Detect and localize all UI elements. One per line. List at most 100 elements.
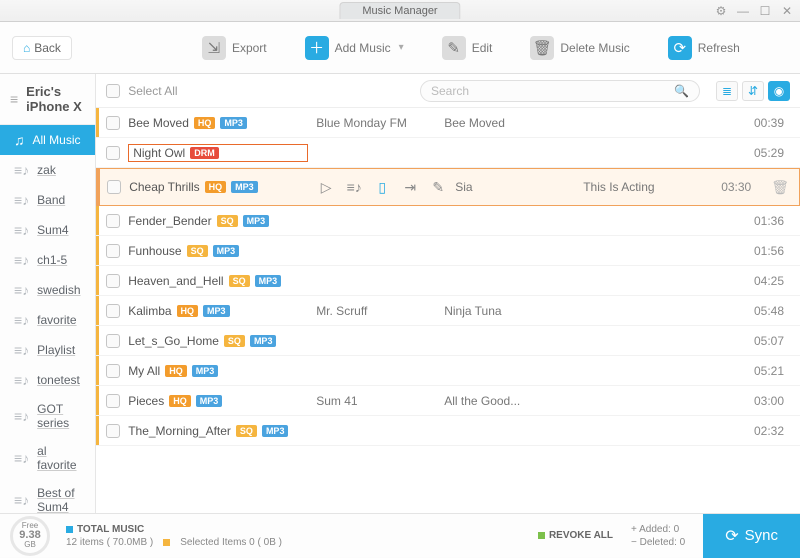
sidebar-item-all-music[interactable]: ♫All Music bbox=[0, 125, 95, 155]
list-view-button[interactable]: ≣ bbox=[716, 81, 738, 101]
track-duration: 01:36 bbox=[754, 214, 790, 228]
back-button[interactable]: ⌂ Back bbox=[12, 36, 72, 60]
export-button[interactable]: ⇲Export bbox=[202, 36, 267, 60]
list-header: Select All Search 🔍 ≣ ⇵ ◉ bbox=[96, 74, 800, 108]
menu-icon: ≡ bbox=[10, 91, 18, 107]
format-badge: MP3 bbox=[192, 365, 219, 377]
device-header[interactable]: ≡ Eric's iPhone X bbox=[0, 74, 95, 125]
track-row[interactable]: Fender_BenderSQMP301:36 bbox=[96, 206, 800, 236]
playlist-icon: ≡♪ bbox=[14, 492, 29, 508]
quality-badge: SQ bbox=[229, 275, 250, 287]
track-row[interactable]: The_Morning_AfterSQMP302:32 bbox=[96, 416, 800, 446]
format-badge: MP3 bbox=[255, 275, 282, 287]
quality-badge: SQ bbox=[217, 215, 238, 227]
minimize-icon[interactable]: — bbox=[736, 4, 750, 18]
footer: Free 9.38 GB TOTAL MUSIC 12 items ( 70.0… bbox=[0, 513, 800, 557]
sidebar-item-label: Best of Sum4 bbox=[37, 486, 81, 513]
sidebar-item-band[interactable]: ≡♪Band bbox=[0, 185, 95, 215]
add-icon: ＋ bbox=[305, 36, 329, 60]
sidebar-item-label: zak bbox=[37, 163, 56, 177]
track-duration: 05:29 bbox=[754, 146, 790, 160]
revoke-block: REVOKE ALL bbox=[538, 530, 613, 541]
sort-button[interactable]: ⇵ bbox=[742, 81, 764, 101]
delete-music-button[interactable]: 🗑Delete Music bbox=[530, 36, 629, 60]
track-duration: 04:25 bbox=[754, 274, 790, 288]
row-checkbox[interactable] bbox=[106, 394, 120, 408]
track-row[interactable]: Cheap ThrillsHQMP3▷≡♪▯⇥✎SiaThis Is Actin… bbox=[96, 168, 800, 206]
edit-button[interactable]: ✎Edit bbox=[442, 36, 493, 60]
track-row[interactable]: KalimbaHQMP3Mr. ScruffNinja Tuna05:48 bbox=[96, 296, 800, 326]
row-checkbox[interactable] bbox=[107, 180, 121, 194]
row-checkbox[interactable] bbox=[106, 304, 120, 318]
row-checkbox[interactable] bbox=[106, 424, 120, 438]
phone-icon[interactable]: ▯ bbox=[373, 178, 391, 196]
device-name: Eric's iPhone X bbox=[26, 84, 85, 114]
track-row[interactable]: FunhouseSQMP301:56 bbox=[96, 236, 800, 266]
queue-icon[interactable]: ≡♪ bbox=[345, 178, 363, 196]
track-row[interactable]: PiecesHQMP3Sum 41All the Good...03:00 bbox=[96, 386, 800, 416]
track-duration: 01:56 bbox=[754, 244, 790, 258]
sidebar-item-best-of-sum4[interactable]: ≡♪ Best of Sum4 bbox=[0, 479, 95, 513]
track-row[interactable]: My AllHQMP305:21 bbox=[96, 356, 800, 386]
row-checkbox[interactable] bbox=[106, 274, 120, 288]
track-album: Bee Moved bbox=[444, 116, 574, 130]
track-row[interactable]: Bee MovedHQMP3Blue Monday FMBee Moved00:… bbox=[96, 108, 800, 138]
trash-icon[interactable]: 🗑 bbox=[771, 179, 789, 196]
refresh-button[interactable]: ⟳Refresh bbox=[668, 36, 740, 60]
track-title: My AllHQMP3 bbox=[128, 364, 308, 378]
disc-view-button[interactable]: ◉ bbox=[768, 81, 790, 101]
dot-icon bbox=[538, 532, 545, 539]
track-title: The_Morning_AfterSQMP3 bbox=[128, 424, 308, 438]
track-duration: 05:48 bbox=[754, 304, 790, 318]
search-input[interactable]: Search 🔍 bbox=[420, 80, 700, 102]
quality-badge: HQ bbox=[169, 395, 191, 407]
sidebar-item-zak[interactable]: ≡♪zak bbox=[0, 155, 95, 185]
track-row[interactable]: Let_s_Go_HomeSQMP3 05:07 bbox=[96, 326, 800, 356]
sidebar-item-swedish[interactable]: ≡♪swedish bbox=[0, 275, 95, 305]
home-icon: ⌂ bbox=[23, 41, 30, 55]
add-music-button[interactable]: ＋Add Music▾ bbox=[305, 36, 404, 60]
sidebar-item-tonetest[interactable]: ≡♪tonetest bbox=[0, 365, 95, 395]
row-checkbox[interactable] bbox=[106, 116, 120, 130]
sidebar-item-sum4[interactable]: ≡♪Sum4 bbox=[0, 215, 95, 245]
select-all-checkbox[interactable] bbox=[106, 84, 120, 98]
sidebar-item-label: al favorite bbox=[37, 444, 81, 472]
row-checkbox[interactable] bbox=[106, 334, 120, 348]
sync-button[interactable]: ⟳ Sync bbox=[703, 514, 800, 558]
sidebar-item-favorite[interactable]: ≡♪favorite bbox=[0, 305, 95, 335]
search-icon: 🔍 bbox=[674, 84, 689, 98]
music-note-icon: ♫ bbox=[14, 132, 25, 148]
play-icon[interactable]: ▷ bbox=[317, 178, 335, 196]
sidebar-item-playlist[interactable]: ≡♪Playlist bbox=[0, 335, 95, 365]
format-badge: MP3 bbox=[262, 425, 289, 437]
row-checkbox[interactable] bbox=[106, 146, 120, 160]
sidebar-item-al-favorite[interactable]: ≡♪al favorite bbox=[0, 437, 95, 479]
sidebar-item-ch1-5[interactable]: ≡♪ch1-5 bbox=[0, 245, 95, 275]
sidebar-item-got-series[interactable]: ≡♪GOT series bbox=[0, 395, 95, 437]
track-title: Let_s_Go_HomeSQMP3 bbox=[128, 334, 308, 348]
row-checkbox[interactable] bbox=[106, 244, 120, 258]
edit-icon: ✎ bbox=[442, 36, 466, 60]
maximize-icon[interactable]: ☐ bbox=[758, 4, 772, 18]
import-icon[interactable]: ⇥ bbox=[401, 178, 419, 196]
playlist-icon: ≡♪ bbox=[14, 192, 29, 208]
quality-badge: SQ bbox=[236, 425, 257, 437]
track-duration: 05:07 bbox=[754, 334, 790, 348]
track-row[interactable]: Night OwlDRM05:29 bbox=[96, 138, 800, 168]
track-artist: Sum 41 bbox=[316, 394, 436, 408]
titlebar: Music Manager ⚙ — ☐ ✕ bbox=[0, 0, 800, 22]
format-badge: MP3 bbox=[213, 245, 240, 257]
track-duration: 00:39 bbox=[754, 116, 790, 130]
back-label: Back bbox=[34, 41, 61, 55]
gear-icon[interactable]: ⚙ bbox=[714, 4, 728, 18]
dot-icon bbox=[163, 539, 170, 546]
track-row[interactable]: Heaven_and_HellSQMP304:25 bbox=[96, 266, 800, 296]
close-icon[interactable]: ✕ bbox=[780, 4, 794, 18]
row-checkbox[interactable] bbox=[106, 364, 120, 378]
row-actions: ▷ ≡♪ ▯ ⇥ ✎ bbox=[317, 178, 447, 196]
row-checkbox[interactable] bbox=[106, 214, 120, 228]
track-title: KalimbaHQMP3 bbox=[128, 304, 308, 318]
playlist-icon: ≡♪ bbox=[14, 282, 29, 298]
edit-row-icon[interactable]: ✎ bbox=[429, 178, 447, 196]
track-duration: 02:32 bbox=[754, 424, 790, 438]
